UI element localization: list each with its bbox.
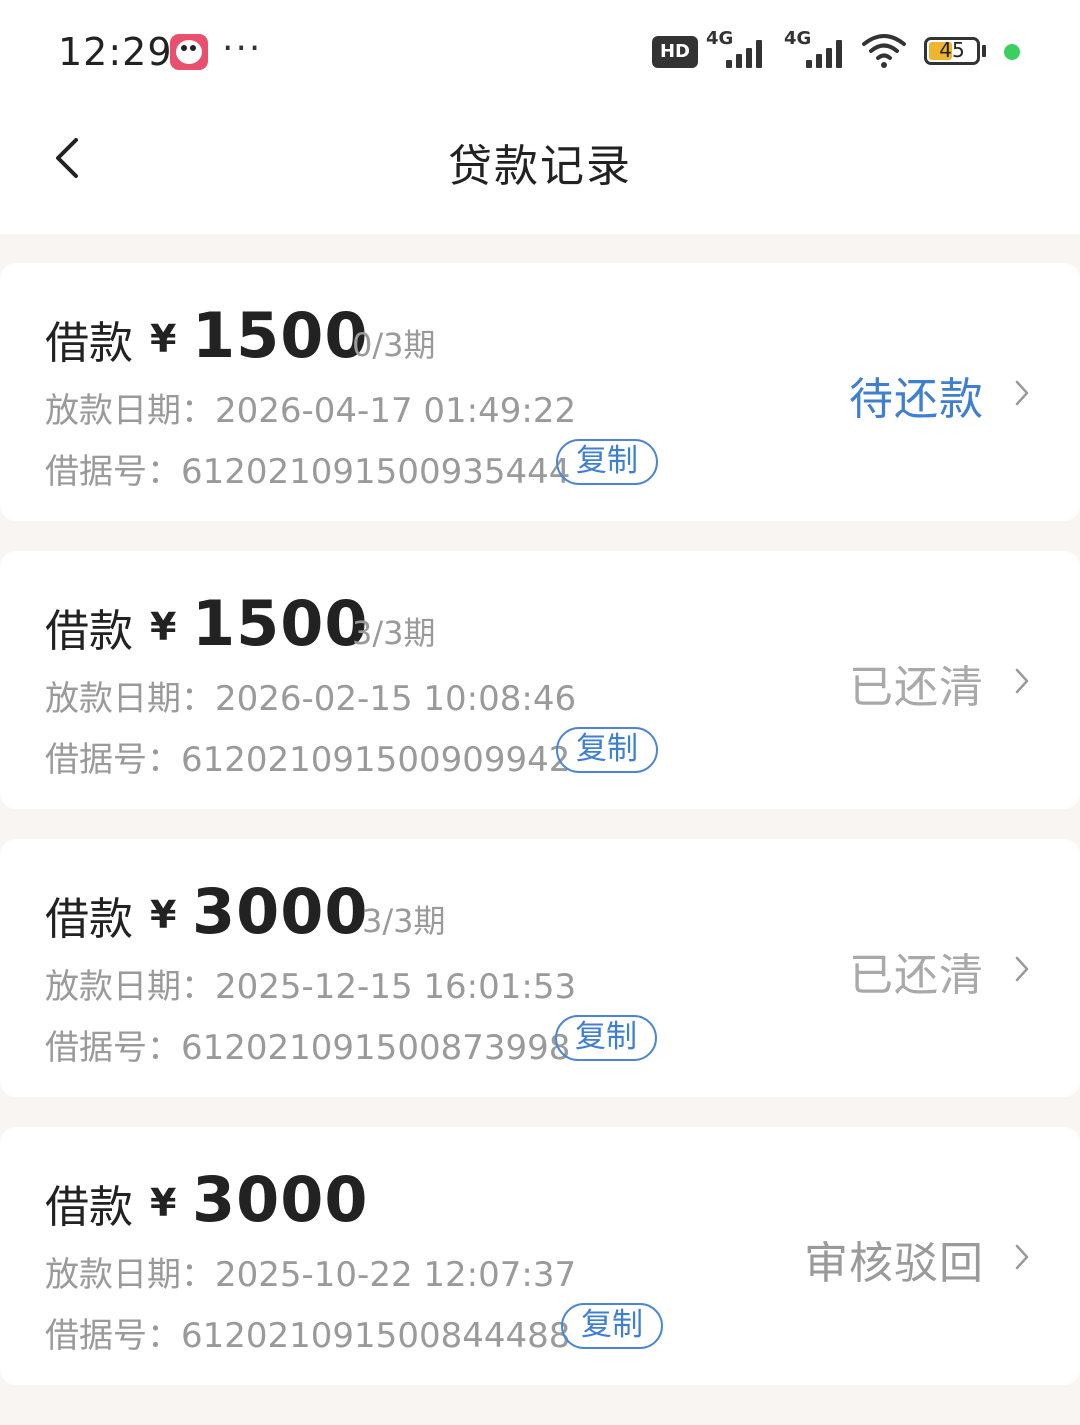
disbursement-date-label: 放款日期： — [45, 1255, 215, 1295]
repayment-periods: 3/3期 — [352, 614, 436, 652]
copy-button[interactable]: 复制 — [555, 1015, 657, 1061]
chevron-right-icon — [1015, 668, 1029, 694]
loan-amount: 1500 — [192, 299, 369, 372]
repayment-periods: 3/3期 — [362, 902, 446, 940]
loan-number: 612021091500844488 — [181, 1316, 571, 1356]
disbursement-date: 2026-02-15 10:08:46 — [215, 679, 577, 719]
disbursement-date-row: 放款日期：2026-02-15 10:08:46 — [45, 671, 576, 720]
loan-number: 612021091500909942 — [181, 740, 571, 780]
disbursement-date: 2026-04-17 01:49:22 — [215, 391, 577, 431]
loan-label: 借款 — [45, 894, 133, 945]
disbursement-date: 2025-12-15 16:01:53 — [215, 967, 577, 1007]
loan-number-label: 借据号： — [45, 1316, 181, 1356]
hd-voice-icon: HD — [652, 36, 698, 68]
loan-number-row: 借据号：612021091500935444 — [45, 444, 570, 493]
loan-amount: 3000 — [192, 875, 369, 948]
chevron-right-icon — [1015, 956, 1029, 982]
nav-bar: 贷款记录 — [0, 100, 1080, 234]
copy-button[interactable]: 复制 — [561, 1303, 663, 1349]
copy-button[interactable]: 复制 — [556, 439, 658, 485]
loan-number-label: 借据号： — [45, 452, 181, 492]
disbursement-date-label: 放款日期： — [45, 679, 215, 719]
currency-symbol: ¥ — [150, 893, 177, 937]
disbursement-date-row: 放款日期：2025-10-22 12:07:37 — [45, 1247, 576, 1296]
wifi-icon — [862, 34, 906, 68]
copy-button[interactable]: 复制 — [556, 727, 658, 773]
loan-number: 612021091500935444 — [181, 452, 571, 492]
active-indicator-icon — [1004, 44, 1020, 60]
disbursement-date-row: 放款日期：2026-04-17 01:49:22 — [45, 383, 576, 432]
currency-symbol: ¥ — [150, 317, 177, 361]
loan-status: 已还清 — [849, 662, 984, 713]
page-title: 贷款记录 — [448, 141, 632, 192]
battery-icon: 45 — [924, 37, 980, 65]
signal-icon-2 — [806, 38, 850, 68]
app-notification-icon — [170, 34, 208, 70]
loan-card[interactable]: 借款 ¥1500 0/3期放款日期：2026-04-17 01:49:22 借据号：6… — [0, 263, 1080, 521]
loan-number-row: 借据号：612021091500909942 — [45, 732, 570, 781]
loan-card[interactable]: 借款 ¥1500 3/3期放款日期：2026-02-15 10:08:46 借据号：6… — [0, 551, 1080, 809]
loan-label: 借款 — [45, 318, 133, 369]
loan-label: 借款 — [45, 606, 133, 657]
loan-label: 借款 — [45, 1182, 133, 1233]
currency-symbol: ¥ — [150, 1181, 177, 1225]
disbursement-date-label: 放款日期： — [45, 391, 215, 431]
loan-number: 612021091500873998 — [181, 1028, 571, 1068]
disbursement-date-row: 放款日期：2025-12-15 16:01:53 — [45, 959, 576, 1008]
loan-number-label: 借据号： — [45, 740, 181, 780]
loan-number-row: 借据号：612021091500844488 — [45, 1308, 570, 1357]
loan-amount: 1500 — [192, 587, 369, 660]
repayment-periods: 0/3期 — [352, 326, 436, 364]
disbursement-date-label: 放款日期： — [45, 967, 215, 1007]
loan-status: 已还清 — [849, 950, 984, 1001]
loan-card[interactable]: 借款 ¥3000 3/3期放款日期：2025-12-15 16:01:53 借据号：6… — [0, 839, 1080, 1097]
loan-card[interactable]: 借款 ¥3000 放款日期：2025-10-22 12:07:37 借据号：61202… — [0, 1127, 1080, 1385]
loan-number-row: 借据号：612021091500873998 — [45, 1020, 570, 1069]
status-time: 12:29 — [58, 30, 173, 74]
battery-level: 45 — [939, 38, 965, 62]
loan-amount: 3000 — [192, 1163, 369, 1236]
battery-tip — [982, 45, 986, 57]
loan-number-label: 借据号： — [45, 1028, 181, 1068]
chevron-right-icon — [1015, 1244, 1029, 1270]
more-notifications-icon: ··· — [222, 28, 263, 69]
loan-status: 审核驳回 — [804, 1238, 984, 1289]
disbursement-date: 2025-10-22 12:07:37 — [215, 1255, 577, 1295]
signal-icon-1 — [726, 38, 770, 68]
status-bar: 12:29 ··· HD 4G 4G 45 — [0, 0, 1080, 100]
loan-status: 待还款 — [849, 374, 984, 425]
chevron-right-icon — [1015, 380, 1029, 406]
currency-symbol: ¥ — [150, 605, 177, 649]
